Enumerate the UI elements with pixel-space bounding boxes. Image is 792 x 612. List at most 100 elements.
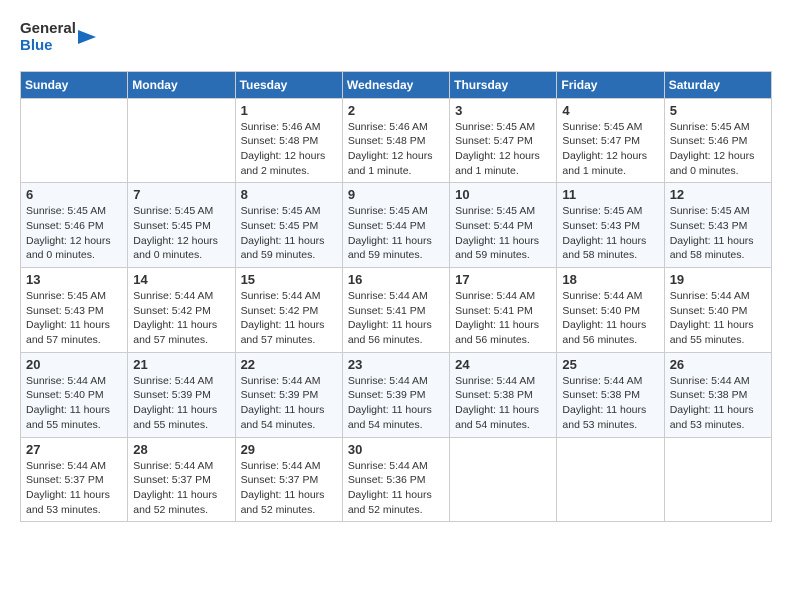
calendar-cell: 17 Sunrise: 5:44 AM Sunset: 5:41 PM Dayli…: [450, 268, 557, 353]
calendar-week-row: 20 Sunrise: 5:44 AM Sunset: 5:40 PM Dayli…: [21, 352, 772, 437]
calendar-week-row: 1 Sunrise: 5:46 AM Sunset: 5:48 PM Daylig…: [21, 98, 772, 183]
calendar-cell: 24Sunrise: 5:44 AM Sunset: 5:38 PM Dayli…: [450, 352, 557, 437]
day-number: 28: [133, 442, 229, 457]
calendar-cell: 1 Sunrise: 5:46 AM Sunset: 5:48 PM Daylig…: [235, 98, 342, 183]
day-details: Sunrise: 5:44 AM Sunset: 5:37 PM Dayligh…: [133, 459, 229, 518]
calendar-cell: 13 Sunrise: 5:45 AM Sunset: 5:43 PM Dayli…: [21, 268, 128, 353]
calendar-cell: 8Sunrise: 5:45 AM Sunset: 5:45 PM Daylig…: [235, 183, 342, 268]
calendar-cell: 29 Sunrise: 5:44 AM Sunset: 5:37 PM Dayli…: [235, 437, 342, 522]
day-details: Sunrise: 5:45 AM Sunset: 5:44 PM Dayligh…: [455, 204, 551, 263]
day-details: Sunrise: 5:45 AM Sunset: 5:45 PM Dayligh…: [133, 204, 229, 263]
calendar-table: SundayMondayTuesdayWednesdayThursdayFrid…: [20, 71, 772, 523]
day-details: Sunrise: 5:44 AM Sunset: 5:41 PM Dayligh…: [348, 289, 444, 348]
day-number: 13: [26, 272, 122, 287]
calendar-cell: 12 Sunrise: 5:45 AM Sunset: 5:43 PM Dayli…: [664, 183, 771, 268]
logo: General Blue: [20, 20, 96, 55]
page-header: General Blue: [20, 20, 772, 55]
calendar-cell: [21, 98, 128, 183]
day-number: 6: [26, 187, 122, 202]
day-number: 9: [348, 187, 444, 202]
calendar-cell: 15Sunrise: 5:44 AM Sunset: 5:42 PM Dayli…: [235, 268, 342, 353]
calendar-week-row: 13 Sunrise: 5:45 AM Sunset: 5:43 PM Dayli…: [21, 268, 772, 353]
day-number: 17: [455, 272, 551, 287]
day-details: Sunrise: 5:44 AM Sunset: 5:38 PM Dayligh…: [562, 374, 658, 433]
day-number: 27: [26, 442, 122, 457]
day-number: 10: [455, 187, 551, 202]
day-number: 21: [133, 357, 229, 372]
weekday-header-wednesday: Wednesday: [342, 71, 449, 98]
calendar-cell: 22 Sunrise: 5:44 AM Sunset: 5:39 PM Dayli…: [235, 352, 342, 437]
calendar-cell: 14 Sunrise: 5:44 AM Sunset: 5:42 PM Dayli…: [128, 268, 235, 353]
day-details: Sunrise: 5:46 AM Sunset: 5:48 PM Dayligh…: [241, 120, 337, 179]
calendar-cell: 3Sunrise: 5:45 AM Sunset: 5:47 PM Daylig…: [450, 98, 557, 183]
day-number: 1: [241, 103, 337, 118]
day-number: 22: [241, 357, 337, 372]
day-details: Sunrise: 5:44 AM Sunset: 5:40 PM Dayligh…: [26, 374, 122, 433]
calendar-cell: [450, 437, 557, 522]
calendar-header-row: SundayMondayTuesdayWednesdayThursdayFrid…: [21, 71, 772, 98]
day-details: Sunrise: 5:44 AM Sunset: 5:39 PM Dayligh…: [133, 374, 229, 433]
day-details: Sunrise: 5:45 AM Sunset: 5:43 PM Dayligh…: [670, 204, 766, 263]
calendar-cell: 30 Sunrise: 5:44 AM Sunset: 5:36 PM Dayli…: [342, 437, 449, 522]
day-details: Sunrise: 5:45 AM Sunset: 5:43 PM Dayligh…: [562, 204, 658, 263]
calendar-cell: 7Sunrise: 5:45 AM Sunset: 5:45 PM Daylig…: [128, 183, 235, 268]
day-details: Sunrise: 5:44 AM Sunset: 5:36 PM Dayligh…: [348, 459, 444, 518]
day-details: Sunrise: 5:45 AM Sunset: 5:46 PM Dayligh…: [670, 120, 766, 179]
day-details: Sunrise: 5:45 AM Sunset: 5:46 PM Dayligh…: [26, 204, 122, 263]
day-details: Sunrise: 5:45 AM Sunset: 5:47 PM Dayligh…: [562, 120, 658, 179]
day-number: 29: [241, 442, 337, 457]
day-details: Sunrise: 5:45 AM Sunset: 5:44 PM Dayligh…: [348, 204, 444, 263]
day-details: Sunrise: 5:44 AM Sunset: 5:41 PM Dayligh…: [455, 289, 551, 348]
day-number: 25: [562, 357, 658, 372]
day-number: 23: [348, 357, 444, 372]
day-number: 24: [455, 357, 551, 372]
calendar-cell: 5Sunrise: 5:45 AM Sunset: 5:46 PM Daylig…: [664, 98, 771, 183]
weekday-header-monday: Monday: [128, 71, 235, 98]
day-number: 30: [348, 442, 444, 457]
day-details: Sunrise: 5:45 AM Sunset: 5:43 PM Dayligh…: [26, 289, 122, 348]
calendar-cell: [128, 98, 235, 183]
weekday-header-friday: Friday: [557, 71, 664, 98]
day-details: Sunrise: 5:44 AM Sunset: 5:39 PM Dayligh…: [348, 374, 444, 433]
day-details: Sunrise: 5:45 AM Sunset: 5:47 PM Dayligh…: [455, 120, 551, 179]
calendar-cell: 28 Sunrise: 5:44 AM Sunset: 5:37 PM Dayli…: [128, 437, 235, 522]
day-number: 12: [670, 187, 766, 202]
calendar-cell: 27 Sunrise: 5:44 AM Sunset: 5:37 PM Dayli…: [21, 437, 128, 522]
calendar-cell: 16 Sunrise: 5:44 AM Sunset: 5:41 PM Dayli…: [342, 268, 449, 353]
calendar-cell: 6 Sunrise: 5:45 AM Sunset: 5:46 PM Daylig…: [21, 183, 128, 268]
logo-arrow-icon: [78, 22, 96, 52]
calendar-week-row: 27 Sunrise: 5:44 AM Sunset: 5:37 PM Dayli…: [21, 437, 772, 522]
day-number: 26: [670, 357, 766, 372]
day-number: 14: [133, 272, 229, 287]
day-number: 19: [670, 272, 766, 287]
calendar-cell: 9 Sunrise: 5:45 AM Sunset: 5:44 PM Daylig…: [342, 183, 449, 268]
day-details: Sunrise: 5:44 AM Sunset: 5:37 PM Dayligh…: [26, 459, 122, 518]
calendar-cell: 2 Sunrise: 5:46 AM Sunset: 5:48 PM Daylig…: [342, 98, 449, 183]
day-number: 18: [562, 272, 658, 287]
day-number: 16: [348, 272, 444, 287]
day-details: Sunrise: 5:44 AM Sunset: 5:37 PM Dayligh…: [241, 459, 337, 518]
day-details: Sunrise: 5:44 AM Sunset: 5:39 PM Dayligh…: [241, 374, 337, 433]
day-details: Sunrise: 5:44 AM Sunset: 5:42 PM Dayligh…: [133, 289, 229, 348]
day-number: 4: [562, 103, 658, 118]
day-number: 20: [26, 357, 122, 372]
calendar-cell: 20 Sunrise: 5:44 AM Sunset: 5:40 PM Dayli…: [21, 352, 128, 437]
day-details: Sunrise: 5:44 AM Sunset: 5:38 PM Dayligh…: [670, 374, 766, 433]
calendar-cell: 26 Sunrise: 5:44 AM Sunset: 5:38 PM Dayli…: [664, 352, 771, 437]
weekday-header-saturday: Saturday: [664, 71, 771, 98]
weekday-header-tuesday: Tuesday: [235, 71, 342, 98]
calendar-cell: 21 Sunrise: 5:44 AM Sunset: 5:39 PM Dayli…: [128, 352, 235, 437]
day-details: Sunrise: 5:46 AM Sunset: 5:48 PM Dayligh…: [348, 120, 444, 179]
calendar-cell: 4 Sunrise: 5:45 AM Sunset: 5:47 PM Daylig…: [557, 98, 664, 183]
calendar-cell: 25 Sunrise: 5:44 AM Sunset: 5:38 PM Dayli…: [557, 352, 664, 437]
day-number: 11: [562, 187, 658, 202]
logo-general-text: General: [20, 20, 76, 37]
calendar-cell: 23 Sunrise: 5:44 AM Sunset: 5:39 PM Dayli…: [342, 352, 449, 437]
day-details: Sunrise: 5:44 AM Sunset: 5:42 PM Dayligh…: [241, 289, 337, 348]
day-number: 2: [348, 103, 444, 118]
day-details: Sunrise: 5:44 AM Sunset: 5:40 PM Dayligh…: [562, 289, 658, 348]
day-number: 8: [241, 187, 337, 202]
calendar-cell: [664, 437, 771, 522]
logo-blue-text: Blue: [20, 37, 76, 54]
weekday-header-thursday: Thursday: [450, 71, 557, 98]
